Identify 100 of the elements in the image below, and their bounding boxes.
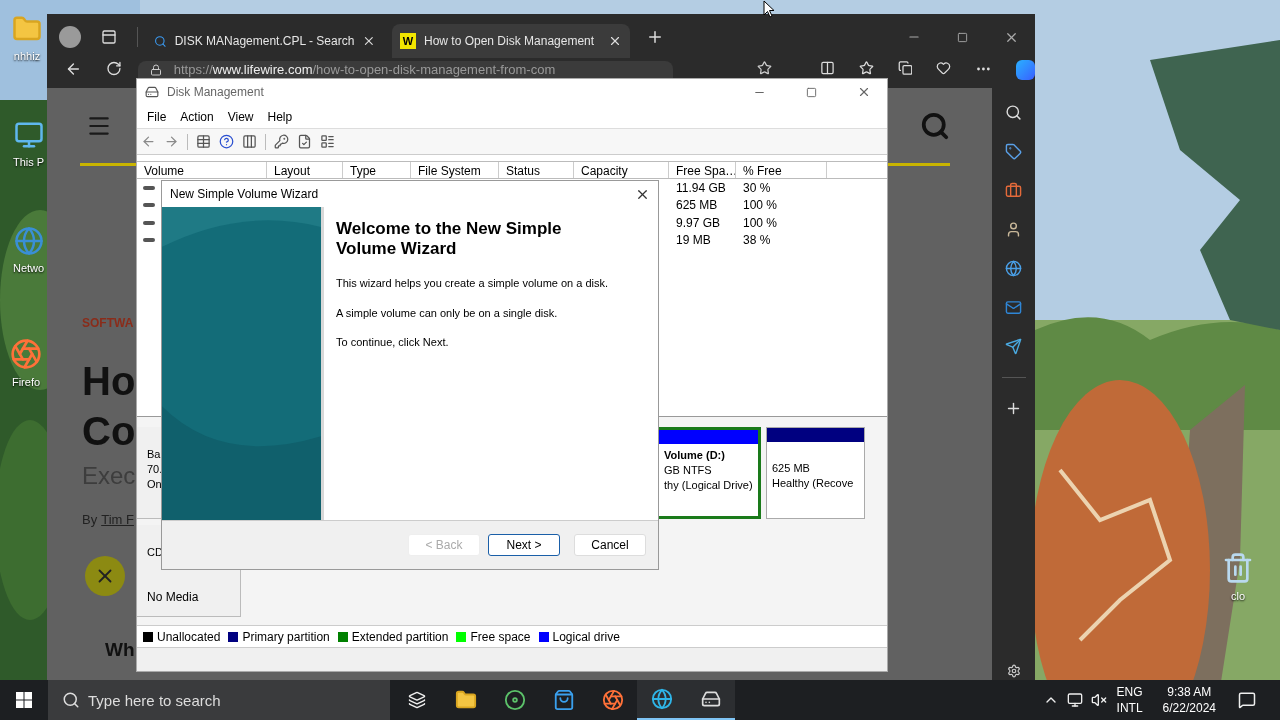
menu-item[interactable]: Help bbox=[267, 107, 293, 126]
key-icon[interactable] bbox=[274, 134, 289, 149]
drive-icon bbox=[143, 203, 155, 208]
column-header[interactable]: Volume bbox=[137, 162, 267, 178]
column-header[interactable]: Type bbox=[343, 162, 411, 178]
menu-item[interactable]: File bbox=[147, 107, 167, 126]
partition-info: Healthy (Recove bbox=[772, 476, 855, 491]
browser-tab[interactable]: DISK MANagement.CPL - Search bbox=[146, 24, 384, 58]
wizard-text: A simple volume can only be on a single disk. bbox=[336, 305, 559, 321]
table-cell-text: 30 % bbox=[742, 179, 772, 197]
globe-icon bbox=[13, 226, 44, 256]
add-icon[interactable] bbox=[1005, 400, 1022, 417]
check-icon[interactable] bbox=[297, 134, 312, 149]
properties-icon[interactable] bbox=[320, 134, 335, 149]
new-tab-icon[interactable] bbox=[646, 28, 664, 46]
help-icon[interactable] bbox=[219, 134, 234, 149]
article-title: Ho bbox=[82, 358, 136, 405]
site-logo: W bbox=[400, 33, 416, 49]
monitor-icon bbox=[13, 120, 44, 150]
maximize-icon[interactable] bbox=[957, 31, 968, 43]
partition-info: GB NTFS bbox=[664, 463, 713, 478]
send-icon[interactable] bbox=[1005, 338, 1022, 355]
taskbar-search-field[interactable]: Type here to search bbox=[48, 680, 390, 720]
drive-icon bbox=[143, 185, 155, 190]
notification-icon[interactable] bbox=[1238, 691, 1256, 709]
dialog-button[interactable]: Next > bbox=[488, 534, 560, 556]
article-title: Co bbox=[82, 408, 136, 455]
disk-label-text: No Media bbox=[147, 590, 200, 605]
close-icon[interactable] bbox=[857, 85, 871, 99]
folder-icon bbox=[454, 689, 477, 711]
store-icon bbox=[552, 689, 575, 711]
drive-icon bbox=[143, 238, 155, 243]
desktop-icon-label[interactable]: Firefo bbox=[11, 374, 41, 391]
legend-label: Logical drive bbox=[552, 628, 620, 646]
menu-item[interactable]: Action bbox=[180, 107, 214, 126]
close-icon[interactable] bbox=[608, 34, 622, 48]
table-cell-text: 100 % bbox=[742, 197, 779, 215]
disk-label-text: On bbox=[147, 477, 163, 492]
columns-icon[interactable] bbox=[242, 134, 257, 149]
toolbox-icon[interactable] bbox=[1005, 182, 1022, 199]
column-header[interactable]: Layout bbox=[267, 162, 343, 178]
forward-icon[interactable] bbox=[164, 134, 179, 149]
refresh-icon[interactable] bbox=[105, 60, 122, 77]
disk-label-text: Ba bbox=[147, 447, 162, 462]
search-icon bbox=[62, 691, 80, 709]
column-header[interactable]: % Free bbox=[736, 162, 827, 178]
desktop-icon-label[interactable]: Netwo bbox=[13, 260, 45, 277]
partition-info: thy (Logical Drive) bbox=[664, 478, 754, 493]
language-indicator[interactable]: ENG INTL bbox=[1116, 684, 1143, 716]
table-cell-text: 625 MB bbox=[675, 197, 719, 215]
taskbar-app[interactable] bbox=[637, 680, 686, 720]
partition-info: 625 MB bbox=[772, 461, 811, 476]
search-icon bbox=[154, 34, 167, 48]
table-cell-text: 19 MB bbox=[675, 232, 712, 250]
volume-muted-icon[interactable] bbox=[1090, 692, 1107, 708]
address-bar[interactable]: https://www.lifewire.com/how-to-open-disk-management-from-com bbox=[137, 61, 673, 78]
wizard-text: To continue, click Next. bbox=[336, 335, 450, 350]
collections-icon[interactable] bbox=[897, 60, 913, 76]
network-icon[interactable] bbox=[1066, 692, 1083, 708]
section-heading: Wh bbox=[105, 637, 135, 662]
dialog-button[interactable]: Cancel bbox=[574, 534, 646, 556]
legend-label: Free space bbox=[470, 628, 531, 646]
heart-icon[interactable] bbox=[936, 60, 952, 76]
column-header[interactable]: Status bbox=[499, 162, 574, 178]
split-screen-icon[interactable] bbox=[819, 60, 835, 76]
close-icon[interactable] bbox=[362, 34, 376, 48]
clock[interactable]: 9:38 AM 6/22/2024 bbox=[1162, 684, 1216, 716]
outlook-icon[interactable] bbox=[1005, 299, 1022, 316]
partition-name: Volume (D:) bbox=[664, 448, 726, 463]
table-cell-text: 9.97 GB bbox=[675, 214, 722, 232]
tag-icon[interactable] bbox=[1005, 143, 1022, 160]
favorite-star-icon[interactable] bbox=[756, 60, 772, 76]
tab-actions-icon[interactable] bbox=[101, 29, 117, 45]
column-header[interactable]: Free Spa… bbox=[669, 162, 736, 178]
profile-avatar[interactable] bbox=[59, 26, 81, 48]
partition-block[interactable]: 625 MB Healthy (Recove bbox=[766, 427, 865, 519]
console-tree-icon[interactable] bbox=[196, 134, 211, 149]
x-social-icon[interactable] bbox=[85, 555, 125, 596]
wizard-text: This wizard helps you create a simple volume on a disk. bbox=[336, 276, 610, 291]
maximize-icon[interactable] bbox=[806, 86, 817, 98]
browser-tab[interactable]: W How to Open Disk Management bbox=[392, 24, 630, 58]
favorites-icon[interactable] bbox=[858, 60, 874, 76]
byline-text: By bbox=[82, 511, 98, 529]
desktop-icon-label[interactable]: This P bbox=[13, 154, 45, 171]
person-icon[interactable] bbox=[1005, 221, 1022, 238]
disc-icon bbox=[503, 689, 526, 711]
settings-icon[interactable] bbox=[1006, 664, 1021, 678]
wizard-heading: Welcome to the New Simple Volume Wizard bbox=[336, 219, 563, 259]
column-header[interactable]: File System bbox=[411, 162, 499, 178]
recycle-bin-icon bbox=[1222, 552, 1254, 584]
url-text: https://www.lifewire.com/how-to-open-disk-management-from-com bbox=[173, 62, 556, 77]
search-icon[interactable] bbox=[1005, 104, 1022, 121]
table-cell-text: 38 % bbox=[742, 232, 772, 250]
back-icon[interactable] bbox=[65, 60, 82, 78]
legend-label: Extended partition bbox=[351, 628, 449, 646]
menu-item[interactable]: View bbox=[227, 107, 254, 126]
column-header[interactable]: Capacity bbox=[574, 162, 669, 178]
taskbar-app[interactable] bbox=[686, 680, 735, 720]
windows-logo-icon bbox=[16, 692, 32, 708]
lock-icon bbox=[149, 63, 162, 76]
